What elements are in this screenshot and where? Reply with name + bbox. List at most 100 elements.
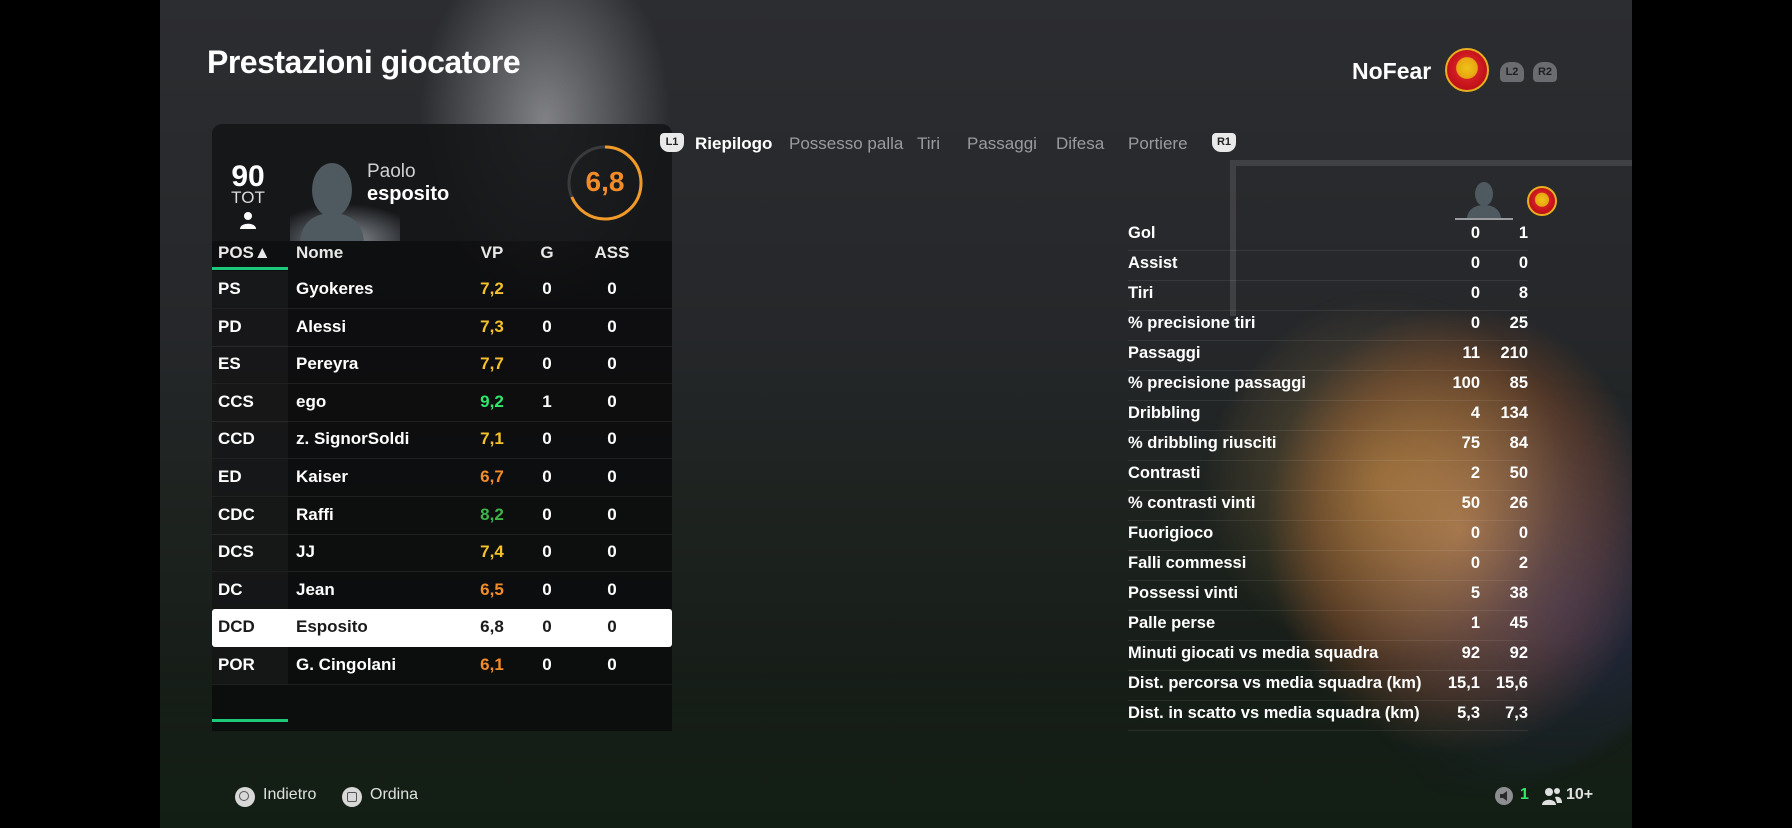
table-row[interactable]: DCS JJ 7,4 0 0 [212,534,672,573]
row-pos: PS [218,279,241,298]
row-vp: 8,2 [480,504,504,524]
stat-player-value: 0 [1470,554,1480,572]
player-overall-label: TOT [231,188,265,207]
sort-button[interactable]: Ordina [370,786,418,804]
stat-player-value: 5,3 [1457,704,1480,722]
row-name: ego [296,391,327,411]
row-goals: 0 [542,542,552,562]
stat-row: Gol 0 1 [1128,220,1528,251]
circle-button-icon[interactable] [235,787,255,807]
stat-team-value: 15,6 [1495,674,1528,692]
stat-label: Possessi vinti [1128,584,1239,602]
players-count: 10+ [1566,786,1594,803]
person-icon [240,212,256,229]
stat-team-value: 92 [1509,644,1528,662]
player-column-icon [1455,182,1513,220]
stat-row: % precisione passaggi 100 85 [1128,370,1528,401]
stat-team-value: 84 [1509,434,1528,452]
stat-player-value: 0 [1470,284,1480,302]
stat-label: Passaggi [1128,344,1201,362]
stat-label: % contrasti vinti [1128,494,1256,512]
row-pos: ES [218,354,241,374]
header-ass[interactable]: ASS [592,243,632,263]
stat-row: % precisione tiri 0 25 [1128,310,1528,341]
stat-row: % dribbling riusciti 75 84 [1128,430,1528,461]
table-row[interactable]: CCD z. SignorSoldi 7,1 0 0 [212,421,672,460]
stat-row: Contrasti 2 50 [1128,460,1528,491]
tab-tiri[interactable]: Tiri [917,134,940,154]
table-row[interactable]: CCS ego 9,2 1 0 [212,383,672,422]
stat-label: Dribbling [1128,404,1201,422]
stat-label: Tiri [1128,284,1154,302]
stat-row: Palle perse 1 45 [1128,610,1528,641]
row-pos: CDC [218,504,255,524]
l2-button-icon[interactable]: L2 [1500,62,1524,82]
table-row[interactable]: DC Jean 6,5 0 0 [212,571,672,610]
stat-team-value: 2 [1518,554,1528,572]
row-name: z. SignorSoldi [296,429,410,449]
row-goals: 0 [542,316,552,336]
row-vp: 6,5 [480,579,504,599]
stat-player-value: 5 [1470,584,1480,602]
r2-button-icon[interactable]: R2 [1533,62,1557,82]
stat-player-value: 75 [1461,434,1480,452]
stat-row: Dist. percorsa vs media squadra (km) 15,1… [1128,670,1528,701]
stat-team-value: 210 [1500,344,1528,362]
stat-player-value: 50 [1461,494,1480,512]
row-vp: 9,2 [480,391,504,411]
tab-riepilogo[interactable]: Riepilogo [695,134,772,154]
stat-label: Assist [1128,254,1178,272]
l1-button-icon[interactable]: L1 [660,133,684,152]
team-name: NoFear [1352,58,1432,84]
stat-label: % precisione tiri [1128,314,1256,332]
table-row[interactable]: ED Kaiser 6,7 0 0 [212,459,672,497]
header-vp[interactable]: VP [472,243,512,263]
stat-player-value: 1 [1470,614,1480,632]
stat-team-value: 7,3 [1505,704,1528,722]
stat-label: Palle perse [1128,614,1216,632]
header-name[interactable]: Nome [296,243,343,263]
back-button[interactable]: Indietro [263,786,316,804]
row-goals: 0 [542,655,552,674]
table-row[interactable]: DCD Esposito 6,8 0 0 [212,609,672,648]
table-row[interactable]: ES Pereyra 7,7 0 0 [212,346,672,385]
stat-player-value: 15,1 [1447,674,1480,692]
stat-player-value: 100 [1452,374,1480,392]
row-assists: 0 [607,579,617,599]
row-name: Raffi [296,504,334,524]
tab-passaggi[interactable]: Passaggi [967,134,1037,154]
row-goals: 0 [542,467,552,486]
players-icon [1542,788,1562,805]
row-name: G. Cingolani [296,655,397,674]
stat-player-value: 0 [1470,224,1480,242]
stat-row: % contrasti vinti 50 26 [1128,490,1528,521]
stat-row: Falli commessi 0 2 [1128,550,1528,581]
player-last-name: esposito [367,183,450,205]
stat-label: Fuorigioco [1128,524,1214,542]
row-name: Jean [296,579,335,599]
sort-indicator [212,267,288,270]
stat-row: Minuti giocati vs media squadra 92 92 [1128,640,1528,671]
stat-label: Dist. percorsa vs media squadra (km) [1128,674,1422,692]
tab-possesso-palla[interactable]: Possesso palla [789,134,903,154]
row-pos: CCD [218,429,255,449]
row-goals: 0 [542,354,552,374]
row-vp: 7,7 [480,354,504,374]
row-vp: 7,2 [480,279,504,298]
table-row[interactable]: PS Gyokeres 7,2 0 0 [212,271,672,309]
header-pos[interactable]: POS▲ [218,243,271,263]
table-row[interactable]: CDC Raffi 8,2 0 0 [212,496,672,535]
square-button-icon[interactable] [342,787,362,807]
stat-label: Minuti giocati vs media squadra [1128,644,1379,662]
tab-portiere[interactable]: Portiere [1128,134,1188,154]
r1-button-icon[interactable]: R1 [1212,133,1236,152]
table-row[interactable]: POR G. Cingolani 6,1 0 0 [212,647,672,685]
tab-difesa[interactable]: Difesa [1056,134,1104,154]
row-vp: 7,4 [480,542,504,562]
stat-player-value: 4 [1470,404,1480,422]
stat-label: Contrasti [1128,464,1201,482]
header-g[interactable]: G [532,243,562,263]
row-assists: 0 [607,655,617,674]
row-pos: PD [218,316,242,336]
table-row[interactable]: PD Alessi 7,3 0 0 [212,308,672,347]
